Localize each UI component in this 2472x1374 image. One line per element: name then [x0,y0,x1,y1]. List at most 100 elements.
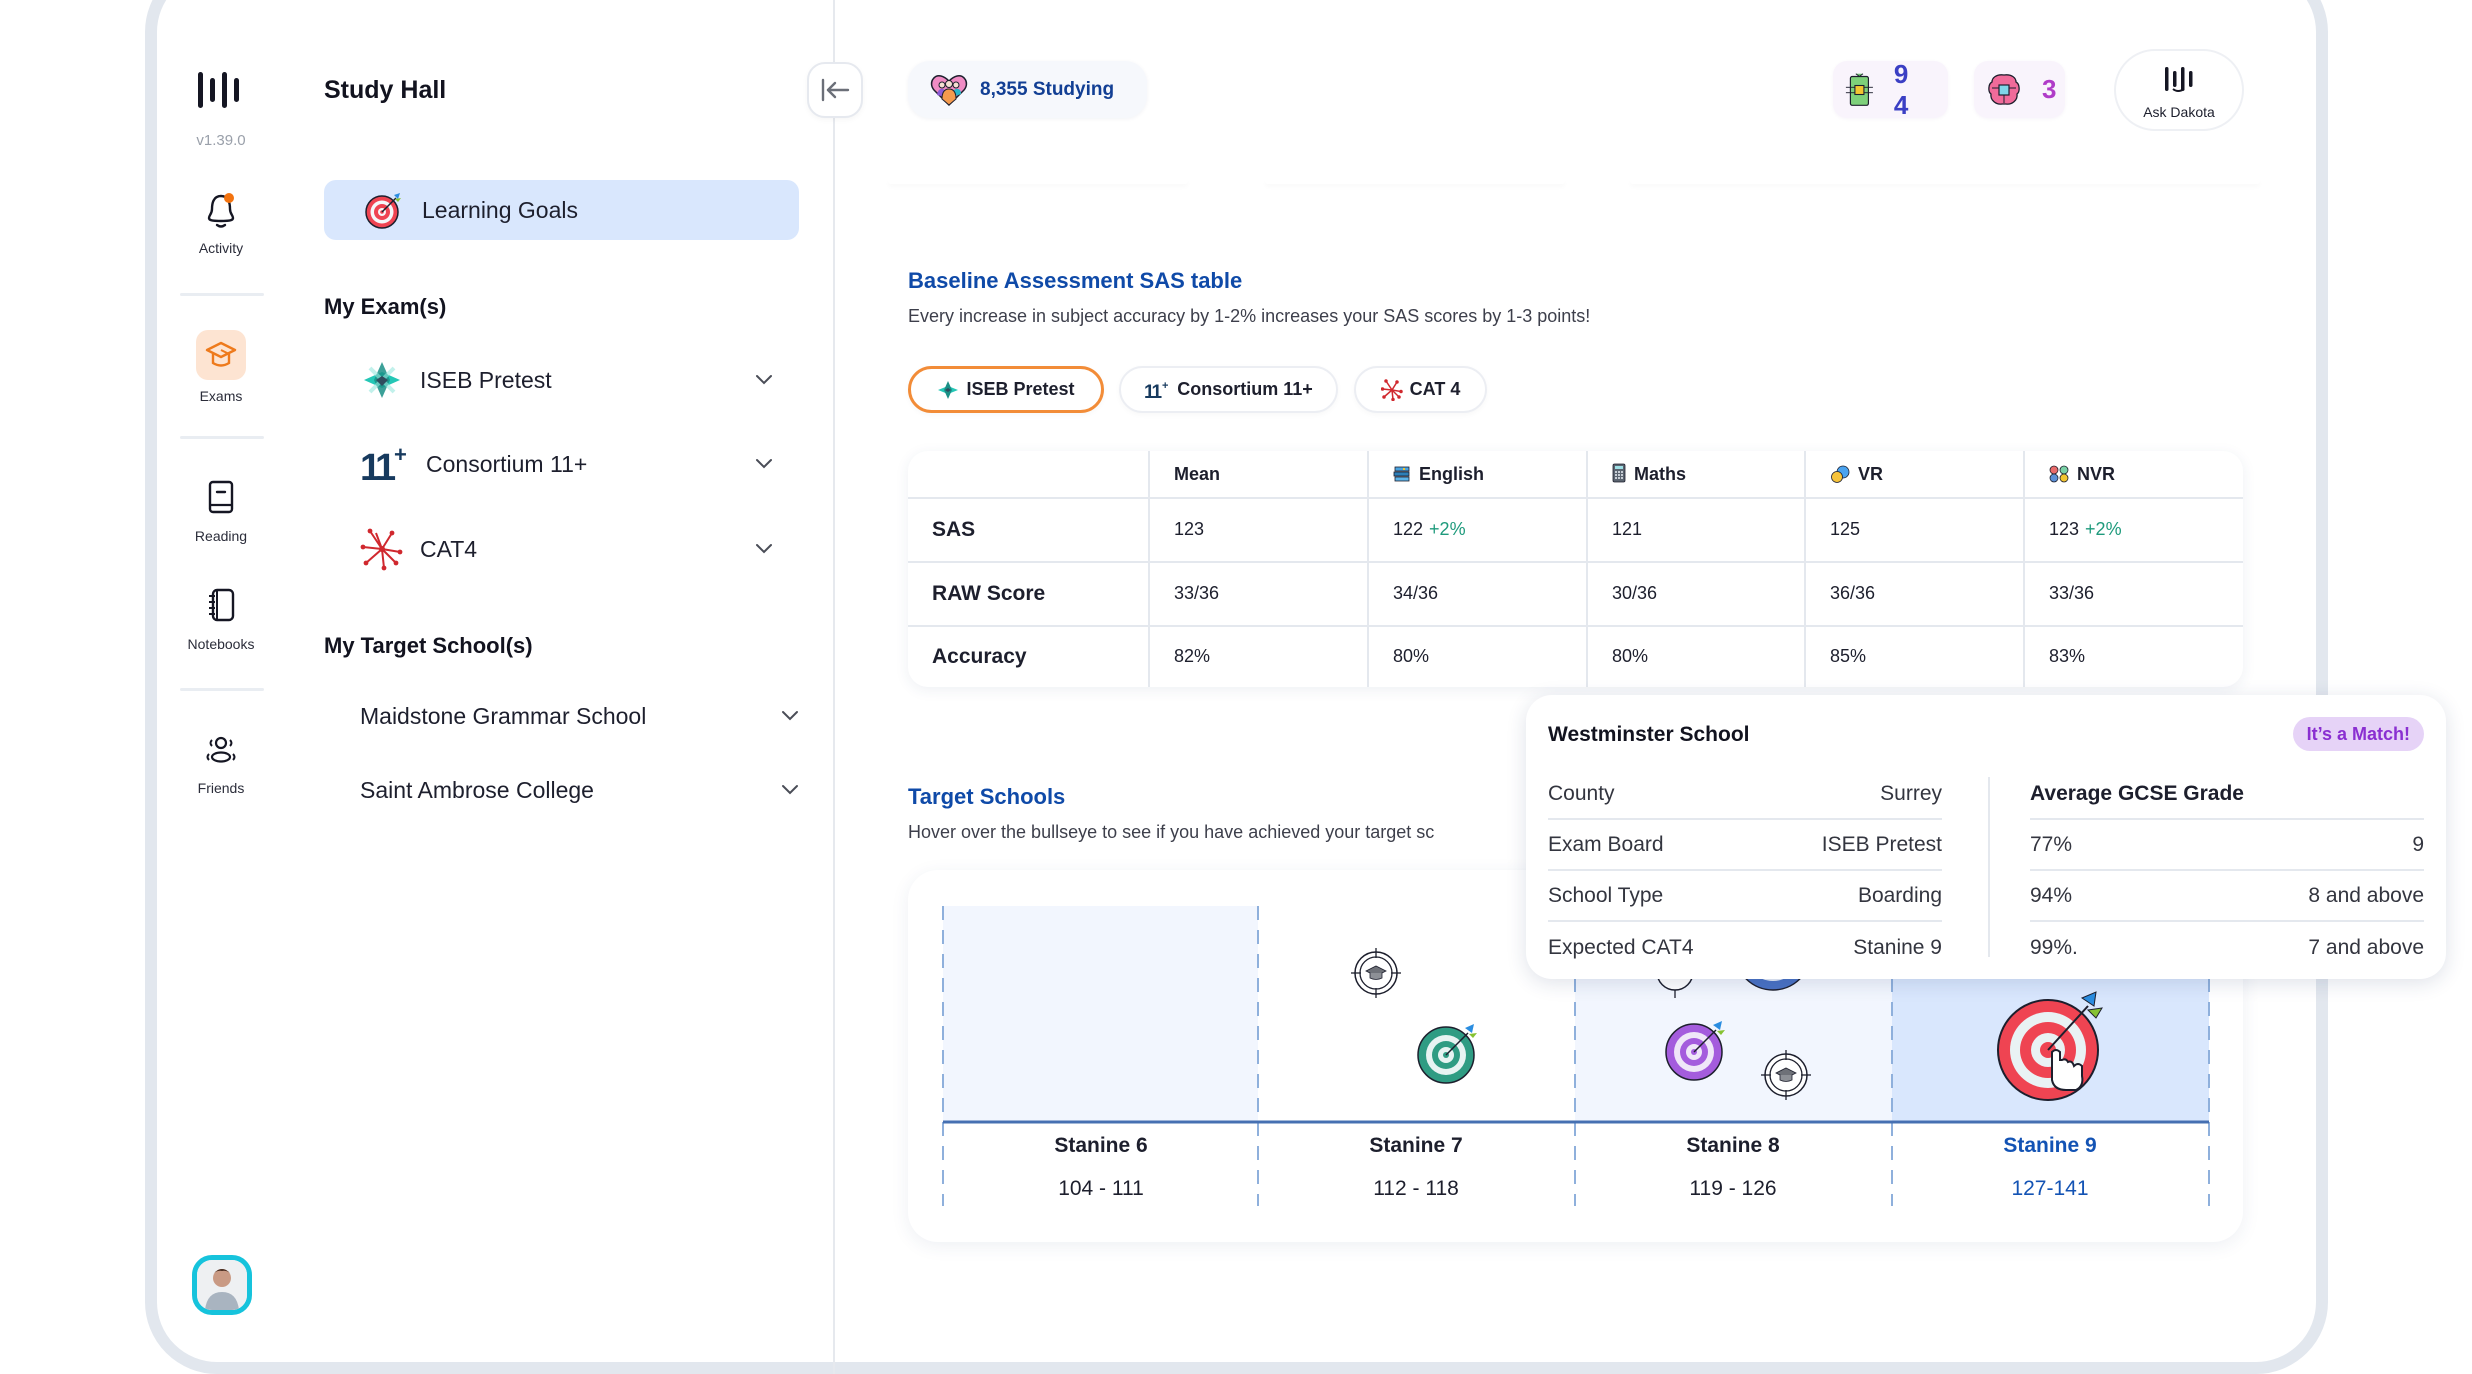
detail-label: Exam Board [1548,832,1664,856]
chevron-down-icon[interactable] [754,370,774,390]
column-label: English [1419,463,1485,484]
column-label: VR [1858,463,1884,484]
school-label: Saint Ambrose College [360,776,594,803]
column-header-english: English [1368,451,1588,499]
svg-text:11: 11 [1144,382,1163,401]
chip-score-value: 9 4 [1893,58,1917,120]
rail-label-exams: Exams [199,388,243,404]
sidebar-item-learning-goals[interactable]: Learning Goals [324,180,799,240]
stanine-label: Stanine 6 [1054,1134,1148,1157]
row-header: Accuracy [908,625,1150,687]
baseline-subtitle: Every increase in subject accuracy by 1-… [908,306,1591,326]
gcse-percent: 99%. [2030,935,2078,959]
target-icon [365,193,401,229]
stanine-range: 104 - 111 [1058,1177,1144,1200]
gcse-row: 99%. 7 and above [2030,922,2424,973]
table-cell: 125 [1805,498,2025,563]
collapse-left-icon [821,78,850,102]
cell-value: 123 [1174,519,1205,540]
stanine-label: Stanine 8 [1686,1134,1780,1157]
chip-score-badge[interactable]: 9 4 [1833,58,1948,120]
detail-row: Exam Board ISEB Pretest [1548,820,1942,871]
rail-item-exams[interactable]: Exams [170,330,272,404]
iseb-logo-icon [938,380,959,399]
studying-count-pill: 8,355 Studying [908,61,1147,118]
column-label: NVR [2077,463,2116,484]
my-target-schools-heading: My Target School(s) [324,633,533,658]
gcse-grade: 9 [2412,832,2424,856]
bell-icon [207,193,235,228]
book-icon [208,480,234,514]
column-header-nvr: NVR [2024,451,2243,499]
rail-item-reading[interactable]: Reading [170,476,272,544]
cell-value: 36/36 [1830,583,1876,604]
cell-value: 33/36 [2049,583,2095,604]
table-cell: 80% [1368,625,1588,687]
speech-bubbles-icon [1831,465,1850,483]
popover-divider [1988,777,1990,957]
rail-item-activity[interactable]: Activity [170,188,272,256]
user-avatar[interactable] [192,1255,252,1315]
cell-value: 123 [2049,519,2080,540]
app-logo-icon [198,72,239,108]
school-item-saint-ambrose[interactable]: Saint Ambrose College [360,766,800,814]
rail-label-activity: Activity [198,240,244,256]
school-match-popover: Westminster School It’s a Match! County S… [1526,695,2446,979]
column-header [908,451,1150,499]
shapes-icon [2049,465,2069,482]
baseline-title: Baseline Assessment SAS table [908,268,1243,293]
gcse-row: 77% 9 [2030,820,2424,871]
stanine-label: Stanine 7 [1369,1134,1463,1157]
target-schools-title: Target Schools [908,784,1066,809]
brain-score-badge[interactable]: 3 [1974,61,2065,118]
column-header-vr: VR [1805,451,2025,499]
exam-item-iseb[interactable]: ISEB Pretest [360,352,800,408]
svg-text:+: + [394,442,407,467]
table-cell: 85% [1805,625,2025,687]
chevron-down-icon[interactable] [754,539,774,559]
chevron-down-icon[interactable] [780,706,800,726]
tab-cat4[interactable]: CAT 4 [1354,366,1487,413]
column-label: Maths [1634,464,1687,484]
school-crosshair-target-icon[interactable] [1351,948,1401,998]
friends-icon [206,736,236,763]
books-icon [1393,466,1410,481]
ask-dakota-label: Ask Dakota [2143,104,2215,120]
exam-item-cat4[interactable]: CAT4 [360,521,800,577]
chevron-down-icon[interactable] [780,780,800,800]
rail-divider [180,293,264,296]
school-details: County Surrey Exam Board ISEB Pretest Scho… [1548,769,1942,973]
gcse-row: 94% 8 and above [2030,871,2424,922]
table-cell: 123 +2% [2024,498,2243,563]
detail-value: Stanine 9 [1853,935,1942,959]
detail-row: School Type Boarding [1548,871,1942,922]
row-header: RAW Score [908,561,1150,627]
ask-dakota-button[interactable]: Ask Dakota [2114,49,2244,131]
collapse-sidebar-button[interactable] [807,62,863,118]
tab-consortium[interactable]: 11 + Consortium 11+ [1119,366,1338,413]
tab-iseb-pretest[interactable]: ISEB Pretest [908,366,1104,413]
skeleton-placeholder [1630,178,2260,184]
school-bullseye-green-icon[interactable] [1417,1024,1477,1084]
cell-value: 85% [1830,646,1867,667]
sas-table: Mean English Maths VR NVR SAS 123 122 +2… [908,451,2243,687]
cell-delta: +2% [2085,519,2122,540]
eleven-plus-logo-icon: 11 + [1144,380,1168,401]
exams-icon-box [196,330,246,380]
cell-delta: +2% [1429,519,1466,540]
exam-item-consortium[interactable]: 11 + Consortium 11+ [360,436,800,492]
table-row: RAW Score 33/36 34/36 30/36 36/36 33/36 [908,561,2243,627]
row-header: SAS [908,498,1150,563]
gcse-heading: Average GCSE Grade [2030,769,2424,820]
stanine-label-highlighted: Stanine 9 [2003,1134,2097,1157]
cat4-logo-icon [360,528,403,571]
gcse-percent: 94% [2030,883,2073,907]
match-badge: It’s a Match! [2292,717,2424,751]
exam-label: CAT4 [420,535,478,562]
cell-value: 80% [1393,646,1430,667]
tab-label: Consortium 11+ [1177,379,1313,399]
chevron-down-icon[interactable] [754,454,774,474]
rail-item-notebooks[interactable]: Notebooks [170,584,272,652]
school-item-maidstone[interactable]: Maidstone Grammar School [360,692,800,740]
rail-item-friends[interactable]: Friends [170,728,272,796]
